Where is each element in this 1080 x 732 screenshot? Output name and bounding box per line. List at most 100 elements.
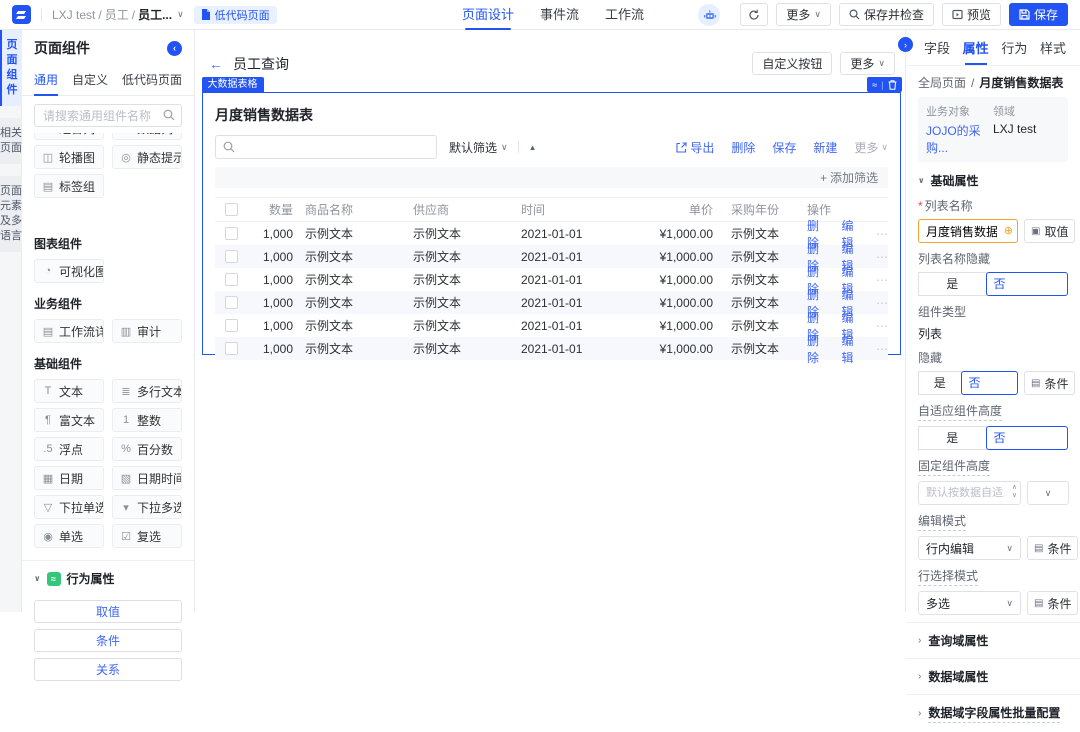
toggle-yes[interactable]: 是 [918, 272, 987, 296]
tab-custom[interactable]: 自定义 [72, 66, 108, 95]
row-checkbox[interactable] [225, 296, 238, 309]
height-unit-select[interactable]: ∨ [1027, 481, 1069, 505]
edit-mode-select[interactable]: 行内编辑 ∨ [918, 536, 1021, 560]
collapse-sidebar-icon[interactable]: ‹ [167, 41, 182, 56]
canvas-more-button[interactable]: 更多 ∨ [840, 52, 895, 75]
rail-tab-page-elements-i18n[interactable]: 页面元素及多语言 [0, 176, 22, 252]
tab-fields[interactable]: 字段 [924, 38, 950, 65]
component-tile-integer[interactable]: 1整数 [112, 408, 182, 432]
save-and-check-button[interactable]: 保存并检查 [839, 3, 934, 26]
component-tile-datetime[interactable]: ▧日期时间 [112, 466, 182, 490]
fixed-height-input[interactable] [918, 481, 1021, 505]
component-tile-radio[interactable]: ◉单选 [34, 524, 104, 548]
component-tile-workflow-detail[interactable]: ▤工作流详情 [34, 319, 104, 343]
component-tile-date[interactable]: ▦日期 [34, 466, 104, 490]
app-logo-icon[interactable] [12, 5, 31, 24]
export-link[interactable]: 导出 [676, 139, 714, 156]
row-checkbox[interactable] [225, 227, 238, 240]
more-button[interactable]: 更多 ∨ [776, 3, 831, 26]
component-tile-multiline-text[interactable]: ≣多行文本 [112, 379, 182, 403]
basic-properties-section[interactable]: ∨ 基础属性 [906, 162, 1080, 197]
table-search-input[interactable] [215, 135, 437, 159]
breadcrumb-section[interactable]: 员工 [105, 6, 129, 23]
accordion-data-field-batch-config[interactable]: › 数据域字段属性批量配置 [906, 694, 1080, 732]
component-search-input[interactable] [34, 104, 182, 127]
column-header-price[interactable]: 单价 [641, 201, 713, 218]
chevron-down-icon[interactable]: ∨ [177, 9, 184, 20]
trash-icon[interactable] [888, 80, 897, 90]
select-all-checkbox[interactable] [225, 203, 238, 216]
bind-data-icon[interactable]: ≈ [872, 80, 877, 90]
tab-lowcode-page[interactable]: 低代码页面 [122, 66, 182, 95]
row-more-icon[interactable]: ⋯ [876, 342, 888, 356]
behavior-relation-button[interactable]: 关系 [34, 658, 182, 681]
row-checkbox[interactable] [225, 342, 238, 355]
component-tile-rich-text[interactable]: ¶富文本 [34, 408, 104, 432]
component-tile-text[interactable]: T文本 [34, 379, 104, 403]
accordion-data-domain[interactable]: › 数据域属性 [906, 658, 1080, 694]
component-tile-percent[interactable]: %百分数 [112, 437, 182, 461]
delete-link[interactable]: 删除 [731, 139, 755, 156]
component-tile-dropdown-multi[interactable]: ▾下拉多选 [112, 495, 182, 519]
tab-workflow[interactable]: 工作流 [605, 0, 644, 30]
back-arrow-icon[interactable]: ← [209, 56, 223, 72]
breadcrumb-page[interactable]: 员工... [138, 6, 172, 23]
row-select-mode-select[interactable]: 多选 ∨ [918, 591, 1021, 615]
tab-properties[interactable]: 属性 [963, 38, 989, 65]
table-row[interactable]: 1,000 示例文本 示例文本 2021-01-01 ¥1,000.00 示例文… [215, 337, 888, 360]
row-more-icon[interactable]: ⋯ [876, 319, 888, 333]
row-more-icon[interactable]: ⋯ [876, 273, 888, 287]
save-link[interactable]: 保存 [772, 139, 796, 156]
preview-button[interactable]: 预览 [942, 3, 1001, 26]
component-tile-carousel[interactable]: ◫轮播图 [34, 145, 104, 169]
component-tile-data-column[interactable]: ⊟数据列 [112, 133, 182, 140]
edit-mode-condition-button[interactable]: ▤ 条件 [1027, 536, 1078, 560]
add-filter-bar[interactable]: + 添加筛选 [215, 167, 888, 188]
row-more-icon[interactable]: ⋯ [876, 250, 888, 264]
column-header-qty[interactable]: 数量 [247, 201, 293, 218]
breadcrumb[interactable]: LXJ test / 员工 / 员工... ∨ [52, 6, 184, 23]
behavior-section-header[interactable]: ∨ ≈ 行为属性 [22, 560, 194, 594]
component-tile-audit[interactable]: ▥审计 [112, 319, 182, 343]
component-tile-dropdown-single[interactable]: ▽下拉单选 [34, 495, 104, 519]
tab-behavior[interactable]: 行为 [1001, 38, 1027, 65]
selected-component-big-data-table[interactable]: 大数据表格 ≈ | 月度销售数据表 默认筛选 ∨ ▲ [202, 92, 901, 355]
row-delete-link[interactable]: 删除 [807, 332, 826, 366]
component-tile-static-tip[interactable]: ◎静态提示 [112, 145, 182, 169]
stepper-down-icon[interactable]: ∨ [1012, 492, 1017, 500]
component-tile-checkbox[interactable]: ☑复选 [112, 524, 182, 548]
save-button[interactable]: 保存 [1009, 3, 1068, 26]
component-tile-combined-column[interactable]: ⊞组合列 [34, 133, 104, 140]
rail-tab-related-pages[interactable]: 相关页面 [0, 118, 22, 164]
custom-button[interactable]: 自定义按钮 [752, 52, 832, 75]
rail-tab-page-components[interactable]: 页面组件 [0, 30, 22, 106]
toggle-no[interactable]: 否 [986, 426, 1069, 450]
tab-event-flow[interactable]: 事件流 [540, 0, 579, 30]
accordion-query-domain[interactable]: › 查询域属性 [906, 622, 1080, 658]
tab-style[interactable]: 样式 [1040, 38, 1066, 65]
row-checkbox[interactable] [225, 250, 238, 263]
tab-page-design[interactable]: 页面设计 [462, 0, 514, 30]
component-tile-visual-chart[interactable]: ◔可视化图表 [34, 259, 104, 283]
row-more-icon[interactable]: ⋯ [876, 296, 888, 310]
column-header-time[interactable]: 时间 [521, 201, 641, 218]
stepper-up-icon[interactable]: ∧ [1012, 484, 1017, 492]
row-checkbox[interactable] [225, 319, 238, 332]
toggle-no[interactable]: 否 [986, 272, 1069, 296]
default-filter-dropdown[interactable]: 默认筛选 ∨ [449, 139, 508, 156]
biz-object-link[interactable]: JOJO的采购... [926, 122, 993, 156]
toggle-yes[interactable]: 是 [918, 371, 962, 395]
ai-assistant-icon[interactable] [698, 4, 720, 26]
collapse-search-icon[interactable]: ▲ [529, 143, 537, 152]
refresh-button[interactable] [740, 3, 768, 26]
component-tile-float[interactable]: .5浮点 [34, 437, 104, 461]
component-tile-tab-group[interactable]: ▤标签组 [34, 174, 104, 198]
column-header-year[interactable]: 采购年份 [713, 201, 786, 218]
breadcrumb-workspace[interactable]: LXJ test [52, 8, 95, 22]
row-checkbox[interactable] [225, 273, 238, 286]
toggle-no[interactable]: 否 [961, 371, 1019, 395]
toggle-yes[interactable]: 是 [918, 426, 987, 450]
row-more-icon[interactable]: ⋯ [876, 227, 888, 241]
column-header-supplier[interactable]: 供应商 [413, 201, 521, 218]
hidden-condition-button[interactable]: ▤ 条件 [1024, 371, 1075, 395]
